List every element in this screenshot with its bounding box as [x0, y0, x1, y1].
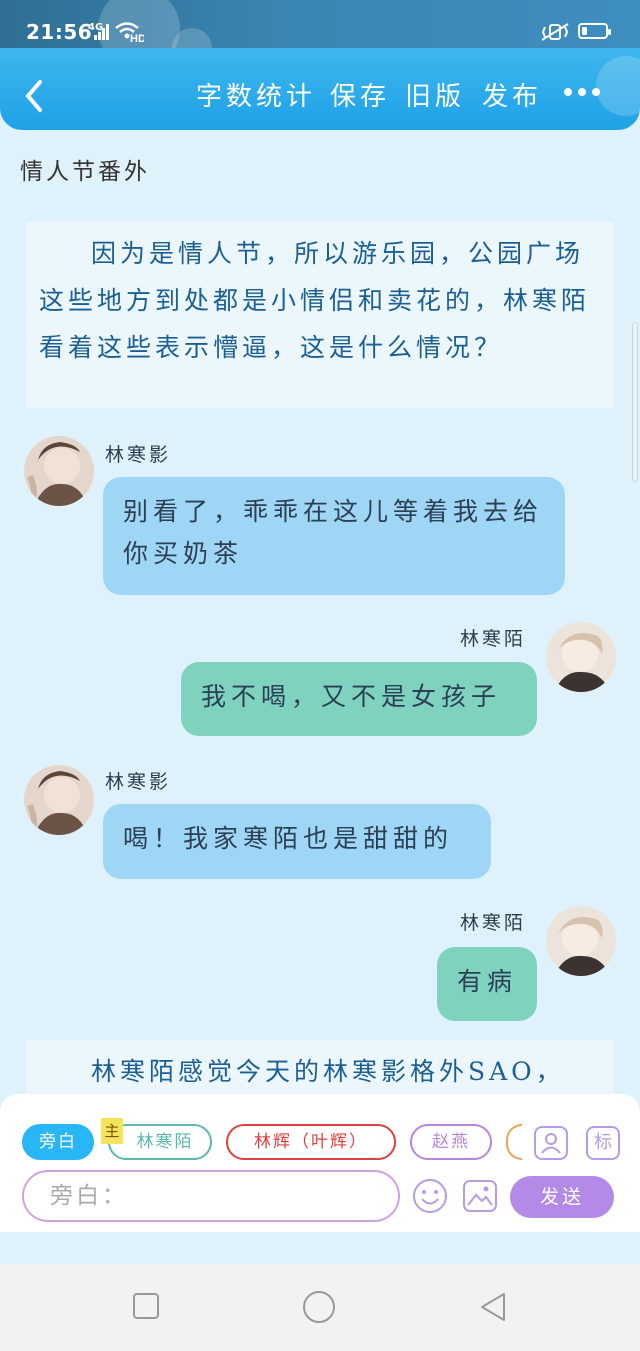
role-chip-overflow[interactable]: [506, 1124, 522, 1160]
avatar[interactable]: [24, 436, 94, 506]
role-chip-zhao-yan[interactable]: 赵燕: [410, 1124, 492, 1160]
vibrate-icon: [541, 23, 569, 41]
main-role-badge: 主: [101, 1118, 123, 1144]
back-chevron-icon[interactable]: [20, 76, 50, 116]
avatar[interactable]: [546, 622, 616, 692]
message-bubble[interactable]: 有病: [437, 947, 537, 1021]
speaker-name: 林寒影: [105, 771, 172, 793]
image-icon[interactable]: [462, 1178, 498, 1214]
message-input[interactable]: 旁白：: [22, 1170, 400, 1222]
battery-icon: [578, 23, 611, 39]
editor-toolbar: 字数统计 保存 旧版 发布: [0, 48, 640, 130]
mark-button[interactable]: 标: [586, 1126, 620, 1160]
more-dots-icon[interactable]: [562, 84, 602, 100]
avatar-image: [24, 436, 94, 506]
hd-label: HD: [130, 33, 144, 42]
speaker-name: 林寒陌: [460, 628, 527, 650]
avatar-image: [546, 906, 616, 976]
avatar[interactable]: [546, 906, 616, 976]
character-manage-icon[interactable]: [534, 1126, 568, 1160]
scrollbar[interactable]: [632, 322, 638, 482]
narration-block[interactable]: 林寒陌感觉今天的林寒影格外SAO，: [27, 1040, 613, 1100]
message-bubble[interactable]: 别看了，乖乖在这儿等着我去给你买奶茶: [103, 477, 565, 595]
old-version-button[interactable]: 旧版: [405, 76, 465, 113]
avatar-image: [24, 765, 94, 835]
publish-button[interactable]: 发布: [482, 76, 542, 113]
home-icon[interactable]: [302, 1290, 336, 1324]
word-count-button[interactable]: 字数统计: [196, 76, 316, 113]
save-button[interactable]: 保存: [330, 76, 390, 113]
message-bubble[interactable]: 喝！我家寒陌也是甜甜的: [103, 804, 491, 879]
wifi-icon: HD: [115, 22, 144, 42]
role-chip-narrator[interactable]: 旁白: [22, 1124, 94, 1160]
speaker-name: 林寒陌: [460, 912, 527, 934]
emoji-icon[interactable]: [412, 1178, 448, 1214]
message-bubble[interactable]: 我不喝，又不是女孩子: [181, 662, 537, 736]
signal-icon: [94, 24, 109, 40]
status-bar: 21:56 4G HD: [0, 0, 640, 70]
role-chip-lin-hui[interactable]: 林辉（叶辉）: [226, 1124, 396, 1160]
speaker-name: 林寒影: [105, 444, 172, 466]
send-button[interactable]: 发送: [510, 1176, 614, 1218]
status-time: 21:56: [26, 20, 93, 44]
system-nav-bar: [0, 1264, 640, 1351]
decor-bubble: [596, 56, 640, 116]
avatar-image: [546, 622, 616, 692]
back-icon[interactable]: [478, 1292, 508, 1322]
narration-block[interactable]: 因为是情人节，所以游乐园，公园广场这些地方到处都是小情侣和卖花的，林寒陌看着这些…: [27, 222, 613, 408]
avatar[interactable]: [24, 765, 94, 835]
recent-apps-icon[interactable]: [132, 1292, 160, 1320]
role-chip-lin-hanmo[interactable]: 林寒陌: [108, 1124, 212, 1160]
composer-panel: 旁白 林寒陌 主 林辉（叶辉） 赵燕 标 旁白： 发送: [0, 1094, 640, 1232]
chapter-title: 情人节番外: [20, 159, 150, 185]
